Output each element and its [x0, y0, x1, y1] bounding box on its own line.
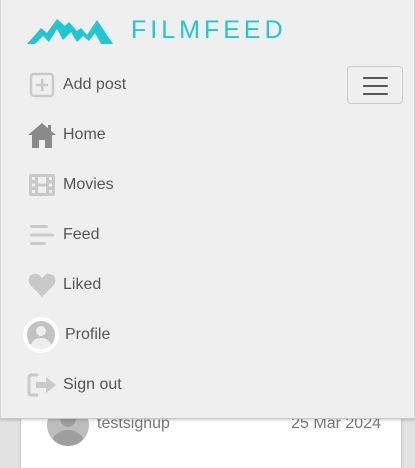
nav-item-sign-out[interactable]: Sign out: [27, 367, 327, 403]
nav-item-liked[interactable]: Liked: [27, 267, 327, 303]
mountains-logo-icon: [27, 19, 113, 44]
nav-label-home: Home: [63, 126, 106, 143]
nav-label-add-post: Add post: [63, 76, 127, 93]
brand-logo-link[interactable]: FILMFEED: [27, 14, 287, 46]
home-icon: [27, 120, 57, 150]
film-icon: [27, 170, 57, 200]
nav-label-liked: Liked: [63, 276, 102, 293]
nav-item-add-post[interactable]: Add post: [27, 67, 327, 103]
navbar: FILMFEED Add post Home Movies Feed Liked…: [0, 0, 415, 419]
feed-icon: [27, 220, 57, 250]
avatar-icon: [23, 317, 59, 353]
nav-item-feed[interactable]: Feed: [27, 217, 327, 253]
hamburger-menu-icon: [363, 77, 388, 79]
nav-item-home[interactable]: Home: [27, 117, 327, 153]
nav-label-profile: Profile: [65, 326, 111, 343]
nav-label-movies: Movies: [63, 176, 114, 193]
navbar-toggler-button[interactable]: [347, 66, 403, 104]
nav-label-feed: Feed: [63, 226, 100, 243]
sign-out-icon: [27, 370, 57, 400]
add-post-icon: [27, 70, 57, 100]
nav-item-movies[interactable]: Movies: [27, 167, 327, 203]
nav-label-sign-out: Sign out: [63, 376, 122, 393]
nav-item-profile[interactable]: Profile: [23, 317, 327, 353]
heart-icon: [27, 270, 57, 300]
brand-name: FILMFEED: [131, 15, 287, 44]
